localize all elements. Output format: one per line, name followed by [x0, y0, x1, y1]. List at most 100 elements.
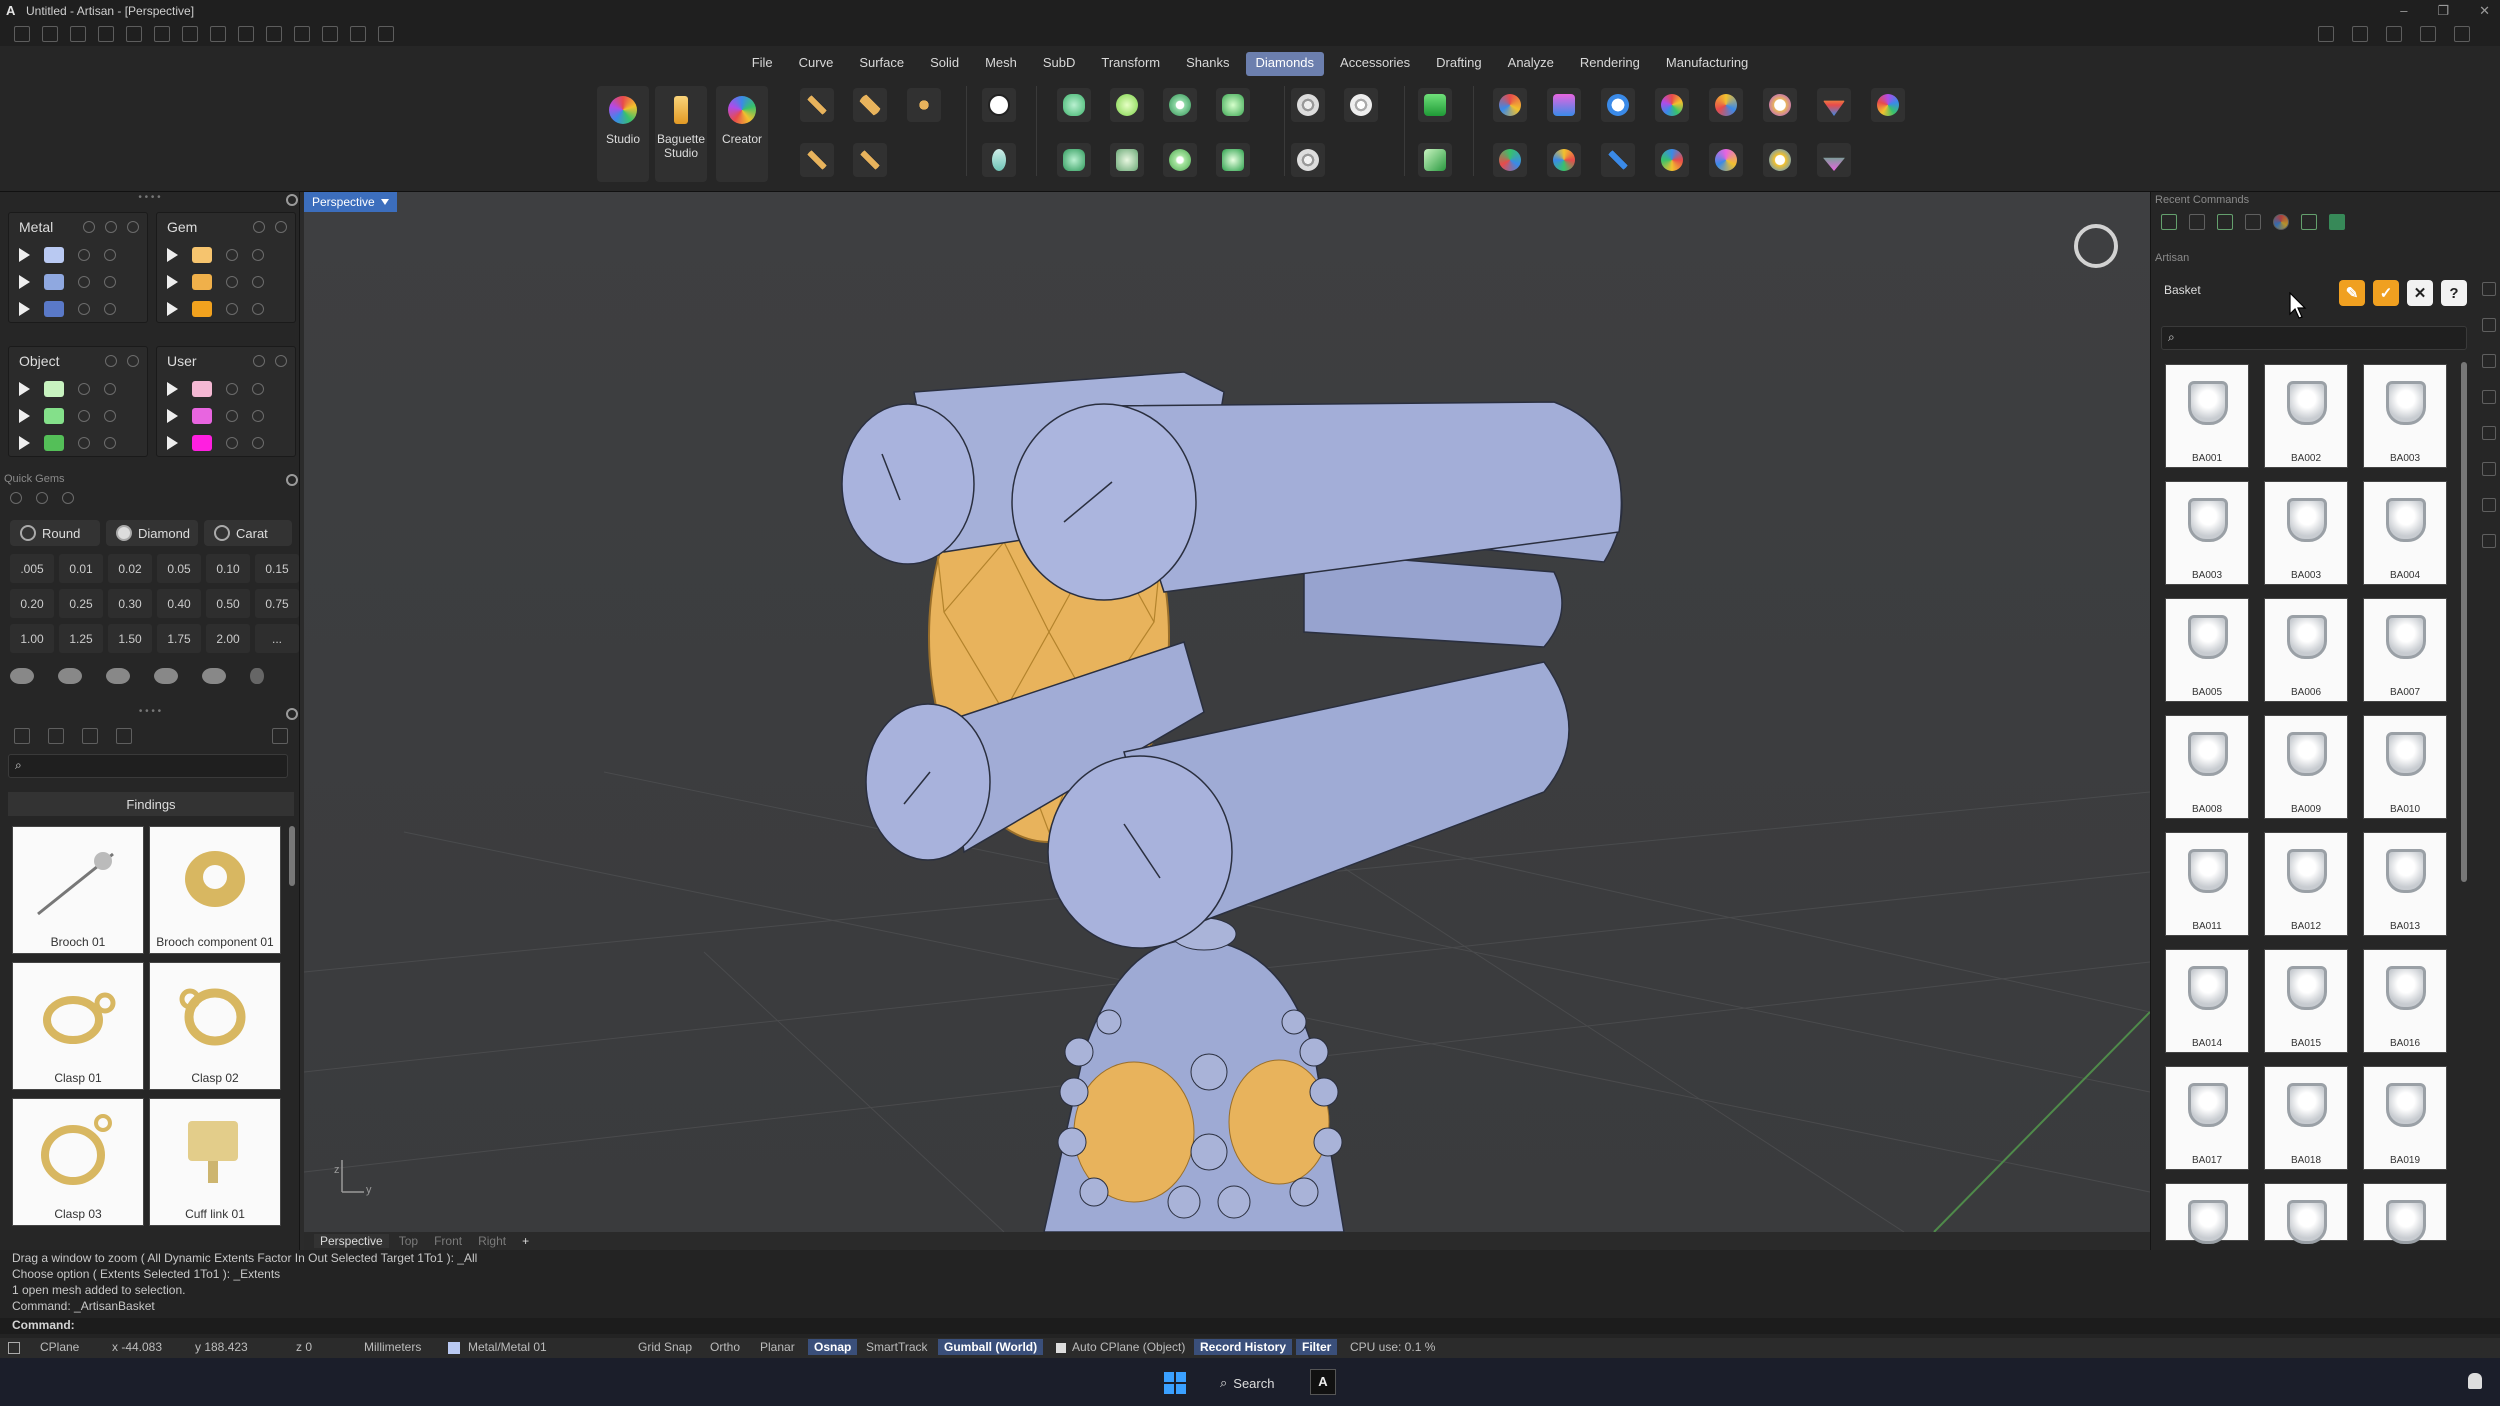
windows-start-icon[interactable]: [1164, 1372, 1186, 1394]
prong-cylinder-end[interactable]: [1011, 403, 1197, 601]
eye-icon[interactable]: [104, 275, 116, 288]
play-icon[interactable]: [19, 301, 30, 316]
prong-array-tool[interactable]: [853, 143, 887, 177]
basket-thumb[interactable]: BA006: [2264, 598, 2348, 702]
prong-pair-tool[interactable]: [853, 88, 887, 122]
basket-thumb[interactable]: BA001: [2165, 364, 2249, 468]
size-button[interactable]: 0.20: [10, 589, 54, 618]
diamond-shape-button[interactable]: Diamond: [106, 520, 198, 546]
pave-tool[interactable]: [1291, 88, 1325, 122]
gem-weight-tool[interactable]: [1709, 88, 1743, 122]
new-file-icon[interactable]: [14, 26, 30, 42]
eye-icon[interactable]: [104, 382, 116, 395]
gem-profile-icon[interactable]: [250, 668, 264, 684]
lock-icon[interactable]: [83, 221, 95, 233]
lock-icon[interactable]: [226, 382, 238, 395]
minimize-button[interactable]: –: [2400, 0, 2407, 22]
play-icon[interactable]: [167, 381, 178, 396]
size-button[interactable]: 1.50: [108, 624, 152, 653]
pave-auto-tool[interactable]: [1344, 88, 1378, 122]
lock-icon[interactable]: [105, 221, 117, 233]
grid-view-icon[interactable]: [116, 728, 132, 744]
findings-category[interactable]: Findings: [8, 792, 294, 816]
bezel-tool[interactable]: [1057, 88, 1091, 122]
lock-icon[interactable]: [78, 248, 90, 261]
eye-icon[interactable]: [127, 221, 139, 233]
side-gem[interactable]: [1228, 1059, 1330, 1185]
artisan-app-icon[interactable]: A: [1310, 1369, 1336, 1395]
finding-thumb[interactable]: Brooch 01: [12, 826, 144, 954]
tab-top[interactable]: Top: [393, 1234, 424, 1248]
pick-icon[interactable]: [10, 492, 22, 504]
eye-icon[interactable]: [252, 248, 264, 261]
layer-swatch[interactable]: [44, 273, 64, 290]
tab-surface[interactable]: Surface: [849, 52, 914, 76]
line-command-icon[interactable]: [2217, 214, 2233, 230]
grid-icon[interactable]: [350, 26, 366, 42]
units-label[interactable]: Millimeters: [364, 1340, 421, 1354]
basket-thumb[interactable]: BA005: [2165, 598, 2249, 702]
gem-spectrum-tool[interactable]: [1655, 143, 1689, 177]
basket-thumb[interactable]: BA010: [2363, 715, 2447, 819]
eye-icon[interactable]: [104, 248, 116, 261]
basket-thumb[interactable]: BA019: [2363, 1066, 2447, 1170]
lock-icon[interactable]: [226, 436, 238, 449]
document-command-icon[interactable]: [2189, 214, 2205, 230]
size-button[interactable]: .005: [10, 554, 54, 583]
tab-mesh[interactable]: Mesh: [975, 52, 1027, 76]
redo-icon[interactable]: [154, 26, 170, 42]
basket-thumb[interactable]: [2363, 1183, 2447, 1244]
baguette-studio-button[interactable]: Baguette Studio: [655, 86, 707, 182]
creator-button[interactable]: Creator: [716, 86, 768, 182]
ring-setting-tool[interactable]: [1163, 143, 1197, 177]
layer-swatch[interactable]: [192, 273, 212, 290]
gem-shape-tool[interactable]: [1817, 88, 1851, 122]
prong-line-tool[interactable]: [800, 88, 834, 122]
info-icon[interactable]: [2352, 26, 2368, 42]
gem-profile-icon[interactable]: [106, 668, 130, 684]
layer-swatch[interactable]: [192, 380, 212, 397]
layer-row[interactable]: [157, 375, 295, 402]
layer-row[interactable]: [157, 241, 295, 268]
lock-icon[interactable]: [78, 409, 90, 422]
size-button[interactable]: 2.00: [206, 624, 250, 653]
cplane-label[interactable]: CPlane: [40, 1340, 79, 1354]
lasso-icon[interactable]: [294, 26, 310, 42]
layer-row[interactable]: [9, 268, 147, 295]
layer-swatch[interactable]: [44, 407, 64, 424]
layer-row[interactable]: [9, 295, 147, 322]
undo-command-icon[interactable]: [2245, 214, 2261, 230]
open-folder-icon[interactable]: [70, 26, 86, 42]
cluster-tool[interactable]: [1216, 88, 1250, 122]
accept-button[interactable]: ✓: [2373, 280, 2399, 306]
basket-thumb[interactable]: BA011: [2165, 832, 2249, 936]
basket-thumb[interactable]: BA004: [2363, 481, 2447, 585]
lock-icon[interactable]: [105, 355, 117, 367]
play-icon[interactable]: [167, 274, 178, 289]
osnap-toggle[interactable]: Osnap: [808, 1339, 858, 1355]
tab-perspective[interactable]: Perspective: [314, 1234, 389, 1248]
curve-command-icon[interactable]: [2161, 214, 2177, 230]
layers-panel-icon[interactable]: [2482, 318, 2496, 332]
perspective-viewport[interactable]: Perspective z y: [304, 192, 2150, 1232]
gem-color-tool[interactable]: [1547, 88, 1581, 122]
gem-zoom-tool[interactable]: [1763, 88, 1797, 122]
ortho-toggle[interactable]: Ortho: [710, 1340, 740, 1354]
basket-thumb[interactable]: BA017: [2165, 1066, 2249, 1170]
lock-icon[interactable]: [78, 302, 90, 315]
finding-thumb[interactable]: Clasp 03: [12, 1098, 144, 1226]
color-wheel-tool[interactable]: [1655, 88, 1689, 122]
play-icon[interactable]: [19, 381, 30, 396]
finding-thumb[interactable]: Brooch component 01: [149, 826, 281, 954]
gem-round-tool[interactable]: [982, 88, 1016, 122]
gem-palette-tool[interactable]: [1871, 88, 1905, 122]
tab-rendering[interactable]: Rendering: [1570, 52, 1650, 76]
play-icon[interactable]: [19, 435, 30, 450]
library-search-input[interactable]: ⌕: [8, 754, 288, 778]
layer-row[interactable]: [9, 375, 147, 402]
cup-tool[interactable]: [1110, 143, 1144, 177]
prong-cylinder-end[interactable]: [865, 703, 991, 861]
finding-thumb[interactable]: Cuff link 01: [149, 1098, 281, 1226]
panel-toggle-icon[interactable]: [8, 1342, 20, 1354]
current-layer-swatch[interactable]: [448, 1342, 460, 1354]
